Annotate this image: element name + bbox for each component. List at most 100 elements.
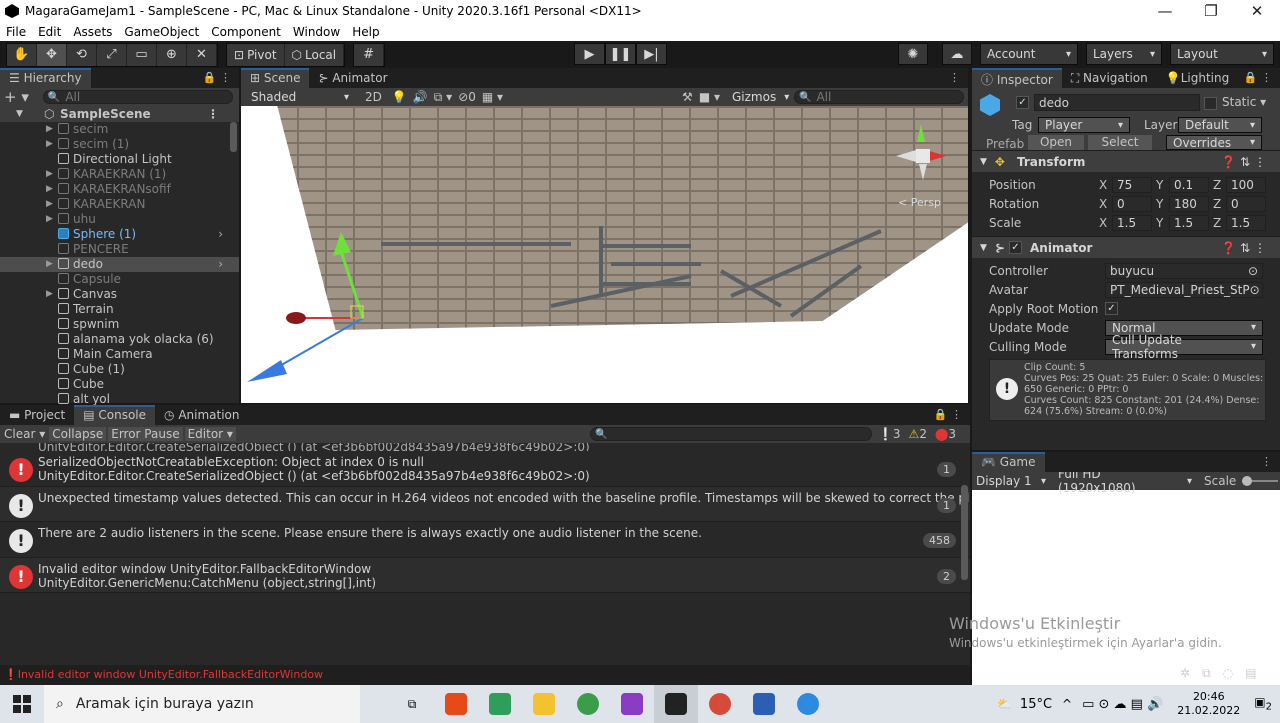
scale-slider[interactable] — [1242, 476, 1279, 486]
layout-dropdown[interactable]: Layout — [1170, 43, 1274, 65]
play-icon[interactable]: ▶ — [574, 43, 605, 65]
office-icon[interactable] — [434, 685, 478, 723]
menu-edit[interactable]: Edit — [32, 25, 67, 39]
hierarchy-item[interactable]: Capsule — [0, 272, 239, 287]
windows-start-icon[interactable] — [0, 685, 44, 723]
tray-icons[interactable]: ▭ ⊙ ☁ ▤ 🔊 — [1082, 697, 1163, 712]
transform-header[interactable]: ▼ ✥ Transform ❓ ⇅ ⋮ — [972, 150, 1280, 172]
hierarchy-item[interactable]: PENCERE — [0, 242, 239, 257]
static-label[interactable]: Static ▾ — [1222, 95, 1266, 109]
expand-arrow-icon[interactable]: ▶ — [46, 167, 53, 182]
scene-root-row[interactable]: ▼ ⬡ SampleScene ⋮ — [0, 106, 239, 122]
animator-tab[interactable]: ⊱ Animator — [309, 68, 396, 88]
expand-arrow-icon[interactable]: ▶ — [46, 257, 53, 272]
rotate-tool-icon[interactable]: ⟲ — [67, 43, 97, 66]
task-view-icon[interactable]: ⧉ — [390, 685, 434, 723]
shading-dropdown[interactable]: Shaded — [245, 89, 355, 105]
collab-icon[interactable]: ⧉ — [1202, 666, 1211, 681]
animator-enabled-checkbox[interactable]: ✓ — [1008, 241, 1022, 254]
notification-icon[interactable]: ▣2 — [1254, 695, 1272, 712]
hand-tool-icon[interactable]: ✋ — [7, 43, 37, 66]
weather-icon[interactable]: ⛅ — [997, 697, 1012, 711]
display-dropdown[interactable]: Display 1 — [976, 473, 1046, 489]
hierarchy-tab[interactable]: ☰ Hierarchy — [0, 68, 91, 88]
axis-label-y[interactable]: Y — [1156, 216, 1166, 230]
game-menu-icon[interactable]: ⋮ — [1261, 455, 1272, 468]
axis-label-x[interactable]: X — [1099, 216, 1109, 230]
axis-label-z[interactable]: Z — [1213, 178, 1223, 192]
tools-icon[interactable]: ⚒ — [682, 90, 693, 104]
info-filter[interactable]: ❕3 — [878, 427, 901, 441]
grid-icon[interactable]: ▦ ▾ — [482, 90, 503, 104]
expand-arrow-icon[interactable]: ▶ — [46, 182, 53, 197]
console-log-row[interactable]: ! Unexpected timestamp values detected. T… — [0, 486, 970, 522]
temperature[interactable]: 15°C — [1020, 697, 1052, 712]
console-search-input[interactable]: 🔍 — [589, 427, 872, 441]
scene-menu-icon[interactable]: ⋮ — [949, 71, 960, 84]
hierarchy-item[interactable]: Directional Light — [0, 152, 239, 167]
layer-dropdown[interactable]: Default — [1178, 117, 1262, 133]
expand-arrow-icon[interactable]: ▶ — [46, 287, 53, 302]
expand-arrow-icon[interactable]: ▶ — [46, 122, 53, 137]
persp-label[interactable]: < Persp — [898, 196, 941, 209]
open-button[interactable]: Open — [1028, 135, 1084, 150]
visual-studio-icon[interactable] — [610, 685, 654, 723]
hierarchy-search-input[interactable]: 🔍 All — [42, 90, 233, 104]
navigation-tab[interactable]: ⛶ Navigation — [1062, 68, 1157, 88]
lock-icon[interactable]: 🔒 ⋮ — [934, 408, 962, 421]
scale-tool-icon[interactable]: ⤢ — [97, 43, 127, 66]
step-icon[interactable]: ▶| — [636, 43, 667, 65]
hierarchy-item[interactable]: ▶ secim — [0, 122, 239, 137]
word-icon[interactable] — [742, 685, 786, 723]
transform-tool-icon[interactable]: ⊕ — [157, 43, 187, 66]
hierarchy-item[interactable]: ▶ Canvas — [0, 287, 239, 302]
slider-knob[interactable] — [1242, 476, 1253, 486]
error-filter[interactable]: ⬤3 — [935, 427, 956, 441]
game-tab[interactable]: 🎮 Game — [972, 452, 1045, 472]
tray-chevron-icon[interactable]: ^ — [1062, 697, 1072, 711]
component-help-icon[interactable]: ❓ ⇅ ⋮ — [1221, 241, 1266, 255]
menu-window[interactable]: Window — [287, 25, 346, 39]
cloud-icon[interactable]: ☁ — [942, 43, 972, 65]
hierarchy-item[interactable]: ▶ KARAEKRAN — [0, 197, 239, 212]
file-explorer-icon[interactable] — [522, 685, 566, 723]
editor-button[interactable]: Editor ▾ — [184, 427, 236, 441]
animation-tab[interactable]: ◷ Animation — [155, 405, 248, 425]
transform-y-input[interactable]: 180 — [1169, 195, 1209, 212]
transform-x-input[interactable]: 0 — [1112, 195, 1152, 212]
axis-label-z[interactable]: Z — [1213, 197, 1223, 211]
expand-arrow-icon[interactable]: ▶ — [46, 212, 53, 227]
audio-icon[interactable]: 🔊 — [413, 90, 428, 104]
lighting-tab[interactable]: 💡Lighting — [1157, 68, 1238, 88]
gizmos-dropdown[interactable]: Gizmos — [726, 89, 788, 105]
console-tab[interactable]: ▤ Console — [74, 405, 156, 425]
project-tab[interactable]: ▬ Project — [0, 405, 74, 425]
hierarchy-item[interactable]: ▶ secim (1) — [0, 137, 239, 152]
bug-icon[interactable]: ✲ — [1180, 666, 1190, 681]
2d-toggle[interactable]: 2D — [361, 90, 386, 104]
axis-label-x[interactable]: X — [1099, 197, 1109, 211]
transform-z-input[interactable]: 1.5 — [1226, 214, 1266, 231]
menu-assets[interactable]: Assets — [67, 25, 118, 39]
grid-snap-icon[interactable]: # — [354, 43, 385, 66]
move-tool-icon[interactable]: ✥ — [37, 43, 67, 66]
console-scrollbar[interactable] — [961, 485, 968, 580]
lock-icon[interactable]: 🔒 ⋮ — [1244, 71, 1272, 84]
axis-label-y[interactable]: Y — [1156, 197, 1166, 211]
rect-tool-icon[interactable]: ▭ — [127, 43, 157, 66]
maximize-icon[interactable]: ❐ — [1188, 2, 1234, 20]
account-dropdown[interactable]: Account — [980, 43, 1078, 65]
effects-icon[interactable]: ⧉ ▾ — [434, 90, 452, 105]
active-checkbox[interactable]: ✓ — [1016, 96, 1029, 109]
transform-y-input[interactable]: 1.5 — [1169, 214, 1209, 231]
root-motion-checkbox[interactable]: ✓ — [1105, 302, 1118, 315]
object-name-input[interactable]: dedo — [1034, 94, 1200, 111]
scene-viewport[interactable]: < Persp — [241, 106, 968, 403]
custom-tool-icon[interactable]: ✕ — [187, 43, 217, 66]
chrome-icon[interactable] — [566, 685, 610, 723]
services-icon[interactable]: ✺ — [898, 43, 928, 65]
hierarchy-item[interactable]: Cube — [0, 377, 239, 392]
transform-x-input[interactable]: 75 — [1112, 176, 1152, 193]
hidden-objects-icon[interactable]: ⊘0 — [458, 90, 476, 104]
camera-icon[interactable]: ■ ▾ — [699, 90, 720, 104]
